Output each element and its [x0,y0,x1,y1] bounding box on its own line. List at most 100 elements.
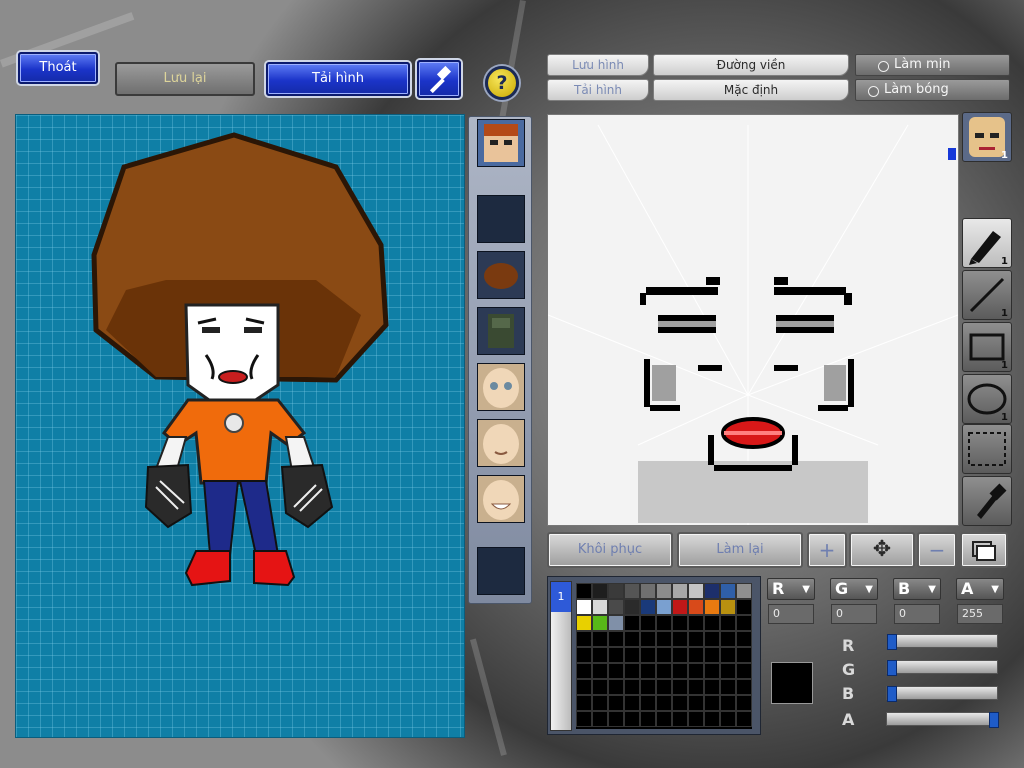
color-swatch[interactable] [720,647,736,663]
color-swatch[interactable] [688,695,704,711]
green-slider[interactable] [886,660,998,676]
color-swatch[interactable] [704,695,720,711]
color-swatch[interactable] [672,599,688,615]
color-swatch[interactable] [720,631,736,647]
color-swatch[interactable] [592,663,608,679]
restore-button[interactable]: Khôi phục [547,532,673,568]
tab-save-image[interactable]: Lưu hình [547,54,649,76]
color-swatch[interactable] [640,663,656,679]
color-swatch[interactable] [688,679,704,695]
palette-tab-1[interactable]: 1 [551,582,571,612]
color-swatch[interactable] [704,615,720,631]
color-swatch[interactable] [592,711,608,727]
color-swatch[interactable] [736,583,752,599]
color-swatch[interactable] [672,583,688,599]
color-swatch[interactable] [704,663,720,679]
color-swatch[interactable] [736,599,752,615]
line-tool[interactable]: 1 [962,270,1012,320]
color-swatch[interactable] [592,583,608,599]
color-swatch[interactable] [688,631,704,647]
color-swatch[interactable] [592,615,608,631]
zoom-in-button[interactable]: + [807,532,847,568]
color-swatch[interactable] [576,695,592,711]
color-swatch[interactable] [672,695,688,711]
color-swatch[interactable] [656,711,672,727]
eyedropper-tool[interactable] [962,476,1012,526]
color-swatch[interactable] [688,663,704,679]
color-swatch[interactable] [704,631,720,647]
face-preview-tool[interactable]: 1 [962,112,1012,162]
color-swatch[interactable] [656,615,672,631]
color-swatch[interactable] [592,631,608,647]
color-swatch[interactable] [576,663,592,679]
red-value-field[interactable]: 0 [768,604,814,624]
color-swatch[interactable] [656,663,672,679]
save-button[interactable]: Lưu lại [115,62,255,96]
color-swatch[interactable] [656,695,672,711]
color-swatch[interactable] [624,711,640,727]
green-channel-label[interactable]: G ▼ [830,578,878,600]
red-channel-label[interactable]: R ▼ [767,578,815,600]
alpha-slider-knob[interactable] [989,712,999,728]
color-swatch[interactable] [736,679,752,695]
color-swatch[interactable] [576,615,592,631]
face-part-slot-3[interactable] [477,475,525,523]
color-swatch[interactable] [640,583,656,599]
blue-value-field[interactable]: 0 [894,604,940,624]
color-swatch[interactable] [624,631,640,647]
color-swatch[interactable] [624,615,640,631]
color-swatch[interactable] [608,695,624,711]
color-swatch[interactable] [592,647,608,663]
color-swatch[interactable] [656,631,672,647]
color-swatch[interactable] [736,663,752,679]
color-swatch[interactable] [688,583,704,599]
move-button[interactable]: ✥ [849,532,915,568]
color-swatch[interactable] [736,631,752,647]
empty-part-slot[interactable] [477,195,525,243]
color-swatch[interactable] [576,711,592,727]
color-swatch[interactable] [576,647,592,663]
color-swatch[interactable] [608,679,624,695]
color-swatch[interactable] [624,599,640,615]
face-part-slot-1[interactable] [477,363,525,411]
red-slider[interactable] [886,634,998,650]
color-swatch[interactable] [608,711,624,727]
color-swatch[interactable] [736,695,752,711]
color-swatch[interactable] [656,679,672,695]
load-image-button[interactable]: Tải hình [266,62,410,96]
empty-part-slot[interactable] [477,547,525,595]
color-swatch[interactable] [640,647,656,663]
color-swatch[interactable] [672,663,688,679]
color-swatch[interactable] [656,583,672,599]
color-swatch[interactable] [672,711,688,727]
color-swatch[interactable] [688,599,704,615]
texture-canvas[interactable] [547,114,959,526]
blue-channel-label[interactable]: B ▼ [893,578,941,600]
color-swatch[interactable] [624,647,640,663]
color-swatch[interactable] [688,647,704,663]
color-swatch[interactable] [656,647,672,663]
color-swatch[interactable] [624,663,640,679]
color-swatch[interactable] [720,695,736,711]
color-swatch[interactable] [640,599,656,615]
color-swatch[interactable] [720,583,736,599]
color-swatch[interactable] [640,615,656,631]
hair-part-slot[interactable] [477,251,525,299]
color-swatch[interactable] [704,679,720,695]
color-swatch[interactable] [592,599,608,615]
color-swatch[interactable] [704,647,720,663]
color-swatch[interactable] [608,663,624,679]
character-preview[interactable] [15,114,465,738]
color-swatch[interactable] [704,583,720,599]
color-swatch[interactable] [576,679,592,695]
color-swatch[interactable] [640,631,656,647]
alpha-channel-label[interactable]: A ▼ [956,578,1004,600]
color-swatch[interactable] [592,695,608,711]
hammer-button[interactable] [417,60,461,98]
color-swatch[interactable] [720,599,736,615]
color-swatch[interactable] [736,647,752,663]
green-slider-knob[interactable] [887,660,897,676]
color-swatch[interactable] [672,631,688,647]
alpha-value-field[interactable]: 255 [957,604,1003,624]
color-swatch[interactable] [720,663,736,679]
